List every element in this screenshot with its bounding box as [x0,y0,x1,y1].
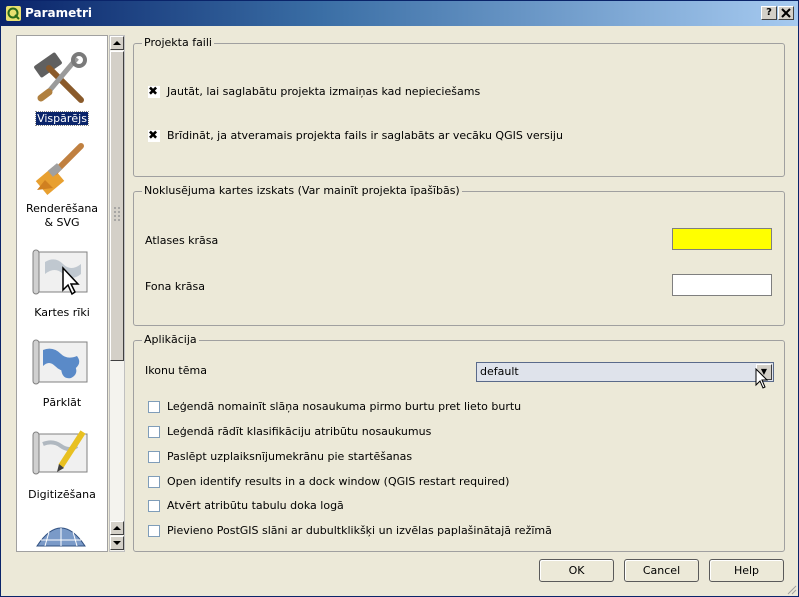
group-application: Aplikācija Ikonu tēma default ▼ Leģendā … [133,333,785,552]
checkbox-attribute-table-dock[interactable] [148,499,160,512]
checkbox-legend-classification-attr[interactable] [148,425,160,438]
window-title: Parametri [25,6,92,20]
option-attribute-table-dock-label: Atvērt atribūtu tabulu doka logā [167,499,344,512]
category-overlay-label: Pārklāt [42,396,82,409]
option-legend-classification-attr[interactable]: Leģendā rādīt klasifikāciju atribūtu nos… [148,425,431,438]
group-default-map-appearance: Noklusējuma kartes izskats (Var mainīt p… [133,184,785,326]
group-default-map-title: Noklusējuma kartes izskats (Var mainīt p… [142,184,462,197]
arrow-up-icon [113,526,121,530]
option-attribute-table-dock[interactable]: Atvērt atribūtu tabulu doka logā [148,499,344,512]
tools-icon [34,52,87,103]
map-overlay-icon [32,339,88,385]
group-project-files: Projekta faili Jautāt, lai saglabātu pro… [133,36,785,177]
option-identify-dock-label: Open identify results in a dock window (… [167,475,510,488]
sidebar-scrollbar[interactable] [109,35,125,552]
help-title-button[interactable]: ? [761,6,777,20]
close-icon [781,8,791,18]
close-window-button[interactable] [778,6,794,20]
category-overlay[interactable]: Pārklāt [17,326,107,414]
scroll-up-button[interactable] [110,36,124,50]
option-legend-capitalize-label: Leģendā nomainīt slāņa nosaukuma pirmo b… [167,400,522,413]
icon-theme-select[interactable]: default ▼ [476,362,774,382]
option-postgis-doubleclick-label: Pievieno PostGIS slāni ar dubultklikšķi … [167,524,552,537]
globe-grid-icon [36,527,86,547]
checkbox-identify-dock[interactable] [148,475,160,488]
background-color-button[interactable] [672,274,772,296]
map-cursor-icon [32,249,88,296]
category-map-tools-label: Kartes rīki [34,306,90,319]
category-projection[interactable] [17,508,107,551]
mouse-pointer-icon [755,368,769,389]
category-map-tools[interactable]: Kartes rīki [17,236,107,324]
selection-color-button[interactable] [672,228,772,250]
option-warn-old-version-label: Brīdināt, ja atveramais projekta fails i… [167,129,563,142]
category-digitizing[interactable]: Digitizēšana [17,416,107,506]
group-application-title: Aplikācija [142,333,199,346]
map-pencil-icon [32,430,88,475]
option-prompt-save-label: Jautāt, lai saglabātu projekta izmaiņas … [167,85,481,98]
group-project-files-title: Projekta faili [142,36,214,49]
checkbox-legend-capitalize[interactable] [148,400,160,413]
icon-theme-value: default [480,365,519,378]
category-digitizing-label: Digitizēšana [28,488,96,501]
scroll-up-button-lower[interactable] [110,521,124,535]
option-legend-classification-attr-label: Leģendā rādīt klasifikāciju atribūtu nos… [167,425,432,438]
splitter-handle[interactable] [112,205,122,223]
preferences-dialog: Parametri ? Vispārējs Renderēšana & SVG … [0,0,799,597]
resize-grip-icon[interactable] [785,583,797,595]
option-legend-capitalize[interactable]: Leģendā nomainīt slāņa nosaukuma pirmo b… [148,400,521,413]
ok-button[interactable]: OK [539,559,614,582]
option-identify-dock[interactable]: Open identify results in a dock window (… [148,475,509,488]
checkbox-postgis-doubleclick[interactable] [148,524,160,537]
option-prompt-save[interactable]: Jautāt, lai saglabātu projekta izmaiņas … [148,84,481,98]
checkbox-prompt-save[interactable] [148,84,160,98]
background-color-label: Fona krāsa [145,280,205,293]
category-rendering[interactable]: Renderēšana & SVG [17,134,107,234]
arrow-up-icon [113,41,121,45]
option-hide-splash-label: Paslēpt uzplaiksnījumekrānu pie startēša… [167,450,413,463]
option-hide-splash[interactable]: Paslēpt uzplaiksnījumekrānu pie startēša… [148,450,412,463]
settings-category-list[interactable]: Vispārējs Renderēšana & SVG Kartes rīki … [16,35,108,552]
arrow-down-icon [113,541,121,545]
help-button[interactable]: Help [709,559,784,582]
checkbox-warn-old-version[interactable] [148,128,160,142]
icon-theme-label: Ikonu tēma [145,364,207,377]
category-general-label: Vispārējs [35,111,89,126]
option-warn-old-version[interactable]: Brīdināt, ja atveramais projekta fails i… [148,128,563,142]
option-postgis-doubleclick[interactable]: Pievieno PostGIS slāni ar dubultklikšķi … [148,524,552,537]
cancel-button[interactable]: Cancel [624,559,699,582]
category-rendering-label: Renderēšana & SVG [25,202,99,229]
paintbrush-icon [35,143,84,195]
qgis-logo-icon [6,6,21,21]
selection-color-label: Atlases krāsa [145,234,219,247]
title-bar[interactable]: Parametri ? [1,1,798,26]
category-general[interactable]: Vispārējs [17,36,107,132]
checkbox-hide-splash[interactable] [148,450,160,463]
scroll-down-button[interactable] [110,536,124,550]
